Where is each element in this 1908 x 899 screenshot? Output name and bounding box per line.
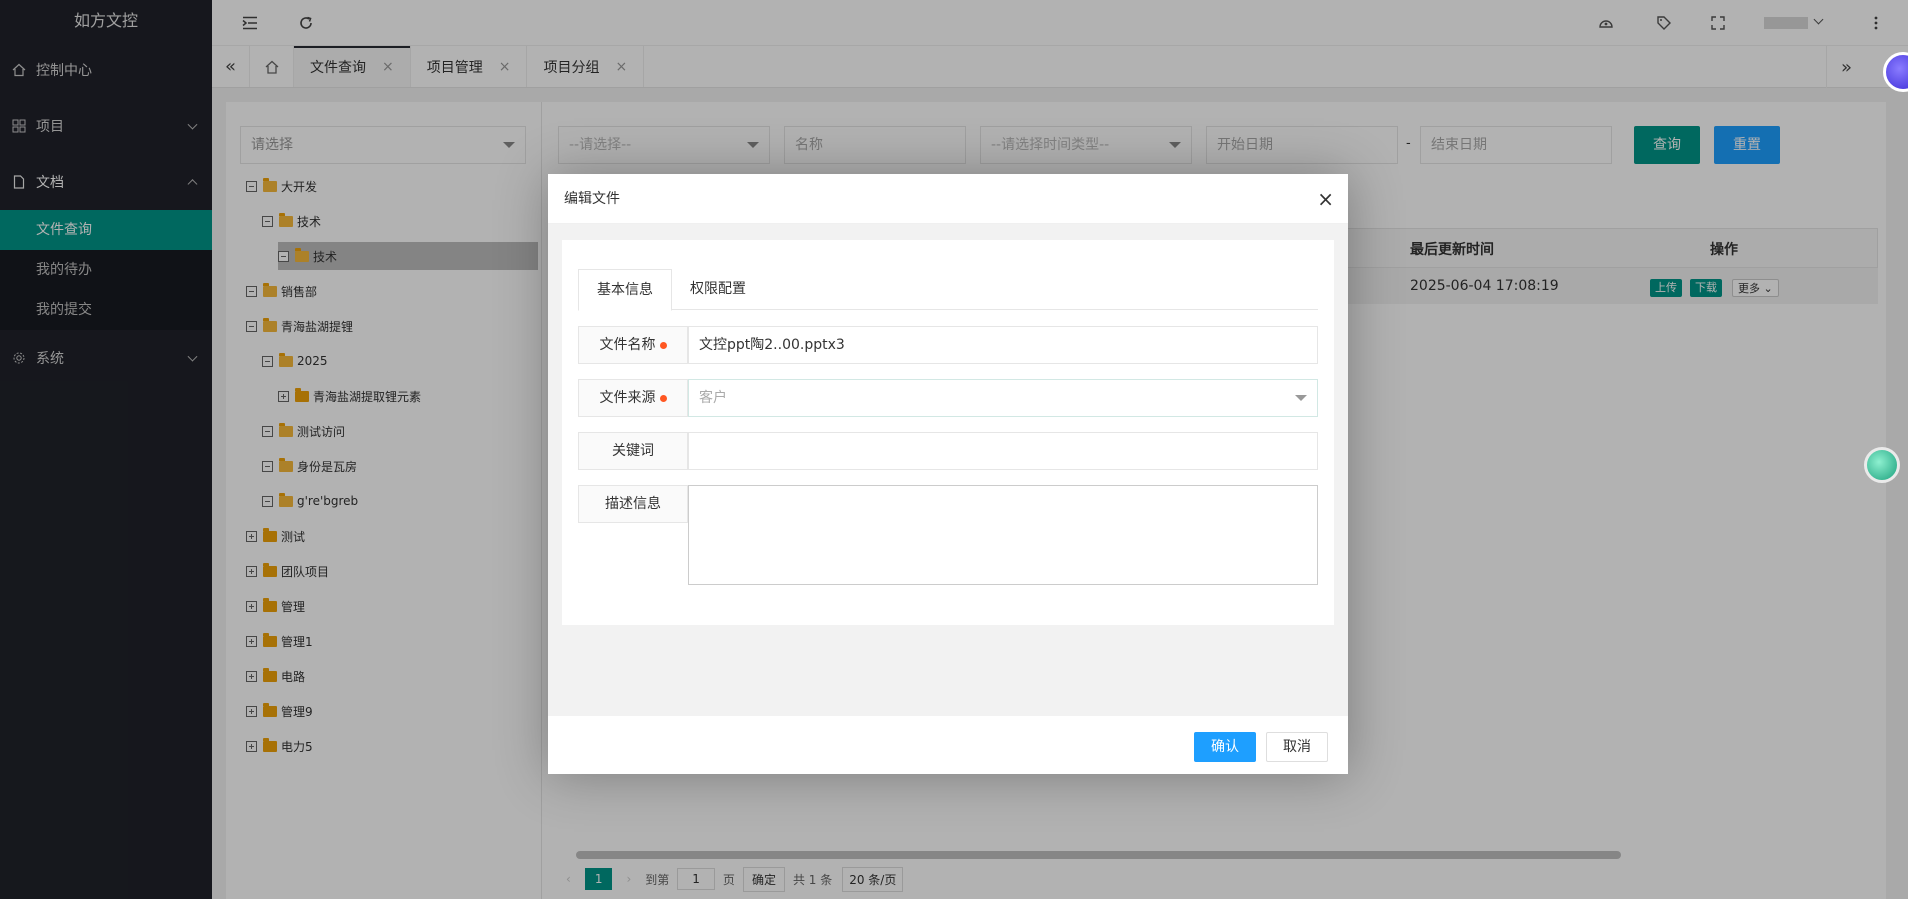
dialog-footer: 确认 取消 bbox=[548, 716, 1348, 774]
field-label: 文件名称 bbox=[578, 326, 688, 364]
required-dot-icon bbox=[659, 394, 667, 402]
description-textarea[interactable] bbox=[688, 485, 1318, 585]
file-name-input[interactable]: 文控ppt陶2..00.pptx3 bbox=[688, 326, 1318, 364]
field-label-text: 文件来源 bbox=[599, 390, 656, 406]
file-source-placeholder: 客户 bbox=[699, 390, 727, 406]
cancel-button[interactable]: 取消 bbox=[1266, 732, 1328, 762]
field-label-text: 文件名称 bbox=[599, 337, 656, 353]
dialog-title: 编辑文件 bbox=[564, 191, 620, 207]
assistant-float-icon[interactable] bbox=[1864, 447, 1900, 483]
form-card: 基本信息 权限配置 文件名称 文控ppt陶2..00.pptx3 文件来源 客户… bbox=[562, 240, 1334, 625]
required-dot-icon bbox=[659, 341, 667, 349]
field-label: 关键词 bbox=[578, 432, 688, 470]
form-tabs: 基本信息 权限配置 bbox=[578, 269, 1318, 311]
edit-file-dialog: 编辑文件 × 基本信息 权限配置 文件名称 文控ppt陶2..00.pptx3 … bbox=[548, 174, 1348, 774]
tab-permission-config[interactable]: 权限配置 bbox=[672, 269, 764, 309]
field-label: 描述信息 bbox=[578, 485, 688, 523]
confirm-button[interactable]: 确认 bbox=[1194, 732, 1256, 762]
keyword-input[interactable] bbox=[688, 432, 1318, 470]
field-label: 文件来源 bbox=[578, 379, 688, 417]
caret-down-icon bbox=[1295, 395, 1307, 401]
tab-basic-info[interactable]: 基本信息 bbox=[578, 269, 672, 311]
dialog-header: 编辑文件 × bbox=[548, 174, 1348, 224]
dialog-body: 基本信息 权限配置 文件名称 文控ppt陶2..00.pptx3 文件来源 客户… bbox=[548, 224, 1348, 716]
file-source-select[interactable]: 客户 bbox=[688, 379, 1318, 417]
close-icon[interactable]: × bbox=[1317, 174, 1334, 224]
